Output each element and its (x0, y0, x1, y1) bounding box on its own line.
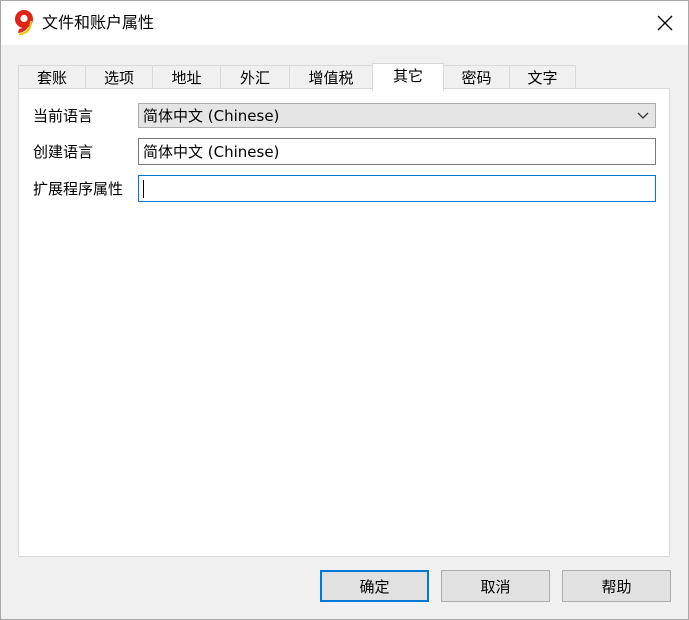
close-button[interactable] (642, 1, 688, 45)
creation-language-field[interactable]: 简体中文 (Chinese) (138, 138, 656, 165)
help-button[interactable]: 帮助 (562, 570, 671, 602)
current-language-label: 当前语言 (33, 107, 94, 125)
ok-button[interactable]: 确定 (320, 570, 429, 602)
tab-label: 选项 (103, 69, 134, 87)
creation-language-label: 创建语言 (33, 143, 94, 161)
current-language-dropdown[interactable]: 简体中文 (Chinese) (138, 103, 656, 128)
current-language-value: 简体中文 (Chinese) (143, 107, 280, 125)
cancel-button[interactable]: 取消 (441, 570, 550, 602)
tab-other[interactable]: 其它 (372, 63, 444, 91)
tab-vat[interactable]: 增值税 (289, 65, 373, 89)
tab-panel-other: 当前语言 简体中文 (Chinese) 创建语言 简体中文 (Chinese) … (18, 88, 670, 557)
app-logo-icon (15, 10, 33, 35)
tab-accounting-file[interactable]: 套账 (18, 65, 86, 89)
ok-button-label: 确定 (359, 577, 390, 596)
chevron-down-icon (637, 112, 649, 119)
tab-foreign-currency[interactable]: 外汇 (220, 65, 290, 89)
tab-label: 外汇 (239, 69, 270, 87)
tab-address[interactable]: 地址 (152, 65, 221, 89)
tab-label: 套账 (36, 69, 67, 87)
tab-texts[interactable]: 文字 (509, 65, 576, 89)
extension-properties-label: 扩展程序属性 (33, 180, 124, 198)
properties-dialog: 文件和账户属性 套账 选项 地址 外汇 增值税 其它 密码 文字 当前语言 简体… (0, 0, 689, 620)
tab-strip: 套账 选项 地址 外汇 增值税 其它 密码 文字 (18, 63, 578, 91)
tab-password[interactable]: 密码 (443, 65, 510, 89)
tab-label: 其它 (392, 67, 423, 85)
tab-label: 密码 (461, 69, 492, 87)
title-bar: 文件和账户属性 (1, 1, 688, 45)
tab-label: 地址 (171, 69, 202, 87)
text-caret (143, 180, 144, 198)
creation-language-value: 简体中文 (Chinese) (143, 143, 280, 161)
window-title: 文件和账户属性 (42, 13, 155, 32)
tab-label: 文字 (527, 69, 558, 87)
help-button-label: 帮助 (601, 577, 632, 596)
tab-options[interactable]: 选项 (85, 65, 153, 89)
extension-properties-field[interactable] (138, 175, 656, 202)
tab-label: 增值税 (308, 69, 354, 87)
close-icon (657, 15, 673, 31)
cancel-button-label: 取消 (480, 577, 511, 596)
